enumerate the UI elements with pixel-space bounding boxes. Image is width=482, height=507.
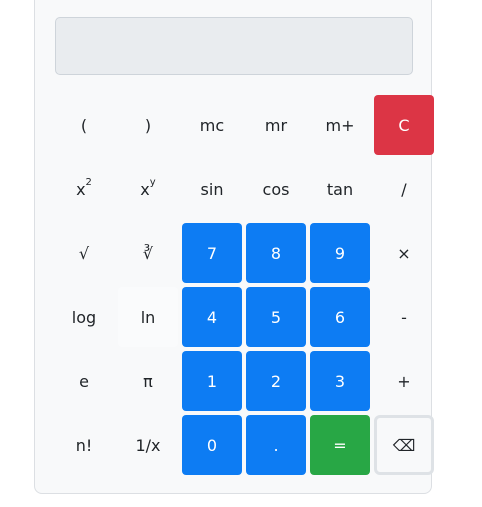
key-label: √ (78, 243, 90, 263)
key-label: x (76, 179, 86, 199)
calculator: () mc mr m+ Cx 2 x y sin cos tan / √ ∛ 7 8 9 × log ln 4 5 6- e π… (34, 0, 434, 494)
memory-recall-button[interactable]: mr (246, 95, 306, 155)
subtract-button[interactable]: - (374, 287, 434, 347)
digit-5-button[interactable]: 5 (246, 287, 306, 347)
equals-button[interactable]: = (310, 415, 370, 475)
key-label: 3 (334, 371, 346, 391)
reciprocal-button[interactable]: 1/x (118, 415, 178, 475)
key-label: tan (326, 179, 354, 199)
key-label: 1/x (135, 435, 161, 455)
factorial-button[interactable]: n! (54, 415, 114, 475)
cos-button[interactable]: cos (246, 159, 306, 219)
digit-3-button[interactable]: 3 (310, 351, 370, 411)
key-label: m+ (325, 115, 355, 135)
digit-7-button[interactable]: 7 (182, 223, 242, 283)
key-label: 2 (270, 371, 282, 391)
key-label: 9 (334, 243, 346, 263)
add-button[interactable]: + (374, 351, 434, 411)
ln-button[interactable]: ln (118, 287, 178, 347)
digit-9-button[interactable]: 9 (310, 223, 370, 283)
key-label: ) (144, 115, 152, 135)
euler-button[interactable]: e (54, 351, 114, 411)
key-label: 4 (206, 307, 218, 327)
backspace-button[interactable]: ⌫ (374, 415, 434, 475)
key-label: mr (264, 115, 288, 135)
key-label: cos (262, 179, 290, 199)
key-label: = (333, 435, 347, 455)
key-label: 1 (206, 371, 218, 391)
decimal-button[interactable]: . (246, 415, 306, 475)
cbrt-button[interactable]: ∛ (118, 223, 178, 283)
square-button[interactable]: x2 (54, 159, 114, 219)
key-label: e (79, 371, 89, 391)
log-button[interactable]: log (54, 287, 114, 347)
digit-6-button[interactable]: 6 (310, 287, 370, 347)
key-label: . (273, 435, 279, 455)
key-label: 8 (270, 243, 282, 263)
digit-0-button[interactable]: 0 (182, 415, 242, 475)
keypad: () mc mr m+ Cx 2 x y sin cos tan / √ ∛ 7 8 9 × log ln 4 5 6- e π… (54, 95, 434, 475)
key-label: 5 (270, 307, 282, 327)
digit-1-button[interactable]: 1 (182, 351, 242, 411)
key-label: - (401, 307, 407, 327)
calculator-display (55, 17, 413, 75)
tan-button[interactable]: tan (310, 159, 370, 219)
key-label: ∛ (142, 243, 154, 263)
key-label: ln (140, 307, 156, 327)
key-label: / (401, 179, 407, 199)
power-button[interactable]: xy (118, 159, 178, 219)
sqrt-button[interactable]: √ (54, 223, 114, 283)
key-label: π (143, 371, 153, 391)
multiply-button[interactable]: × (374, 223, 434, 283)
memory-clear-button[interactable]: mc (182, 95, 242, 155)
digit-2-button[interactable]: 2 (246, 351, 306, 411)
key-label: sin (200, 179, 224, 199)
key-label: C (398, 115, 410, 135)
key-label: mc (199, 115, 225, 135)
clear-button[interactable]: C (374, 95, 434, 155)
pi-button[interactable]: π (118, 351, 178, 411)
close-paren-button[interactable]: ) (118, 95, 178, 155)
memory-add-button[interactable]: m+ (310, 95, 370, 155)
key-label: 6 (334, 307, 346, 327)
key-label: ( (80, 115, 88, 135)
sin-button[interactable]: sin (182, 159, 242, 219)
key-label: 0 (206, 435, 218, 455)
digit-4-button[interactable]: 4 (182, 287, 242, 347)
divide-button[interactable]: / (374, 159, 434, 219)
key-label: n! (75, 435, 93, 455)
open-paren-button[interactable]: ( (54, 95, 114, 155)
key-label: 7 (206, 243, 218, 263)
key-label: x (140, 179, 150, 199)
key-label: + (397, 371, 411, 391)
key-label: log (71, 307, 97, 327)
digit-8-button[interactable]: 8 (246, 223, 306, 283)
backspace-icon: ⌫ (392, 435, 416, 455)
key-label: × (397, 243, 411, 263)
